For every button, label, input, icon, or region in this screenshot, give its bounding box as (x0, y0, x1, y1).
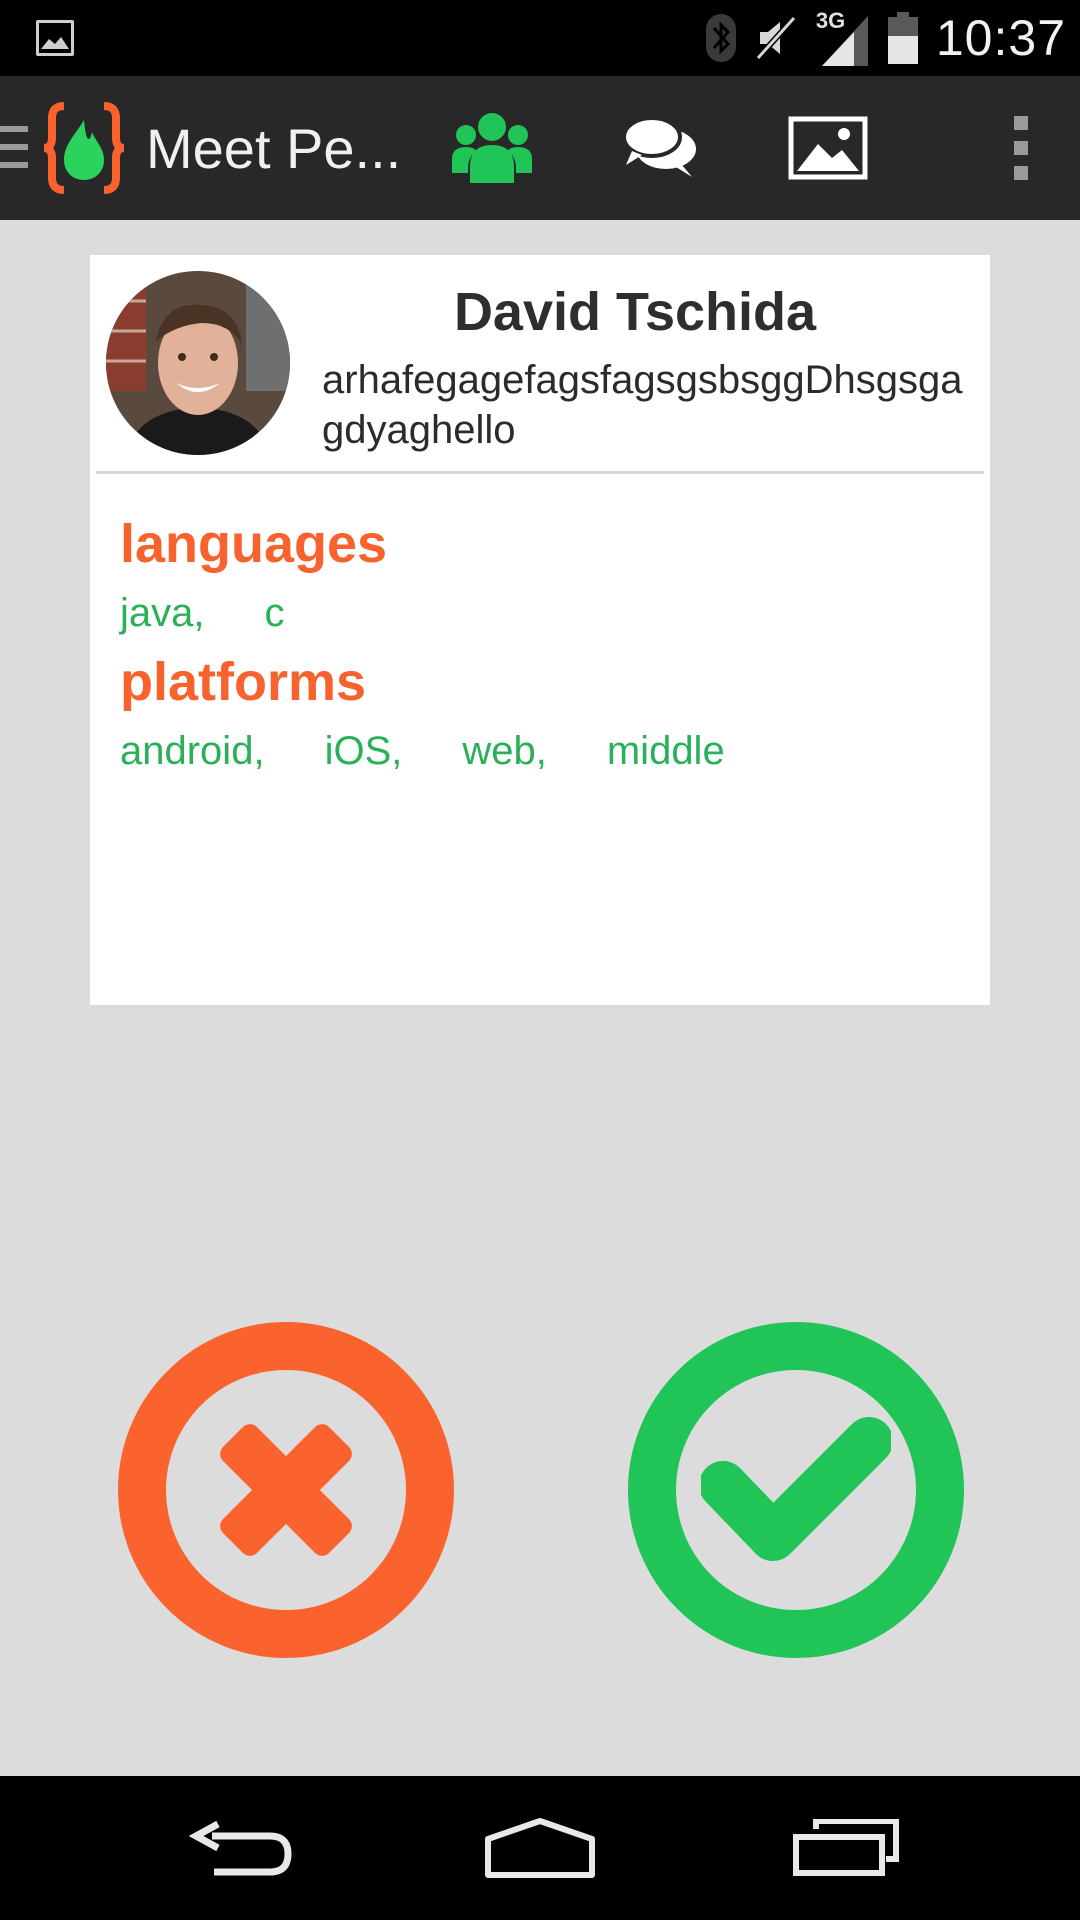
signal-icon: 3G (816, 8, 870, 66)
home-button[interactable] (480, 1810, 600, 1886)
section-title-platforms: platforms (120, 652, 367, 712)
battery-icon (887, 12, 918, 64)
avatar (106, 271, 290, 455)
tag-item: web, (462, 729, 547, 773)
tag-list-languages: java, c (120, 591, 345, 636)
screen: 3G 10:37 Meet Pe... David Tschida arhafe… (0, 0, 1080, 1920)
app-logo-icon[interactable] (42, 102, 126, 194)
reject-button[interactable] (118, 1322, 454, 1658)
divider (96, 471, 984, 474)
recents-icon (793, 1819, 899, 1876)
bluetooth-icon (705, 14, 736, 62)
accept-button[interactable] (628, 1322, 964, 1658)
overflow-menu-icon[interactable] (1014, 116, 1030, 180)
tag-item: c (264, 591, 285, 635)
profile-name: David Tschida (453, 282, 817, 342)
status-time: 10:37 (935, 10, 1066, 66)
tag-item: java, (120, 591, 205, 635)
image-icon (788, 116, 868, 180)
tag-item: iOS, (324, 729, 403, 773)
people-icon (452, 113, 532, 183)
navigation-bar (0, 1776, 1080, 1920)
chat-button[interactable] (616, 104, 704, 192)
close-icon (220, 1424, 352, 1556)
app-title: Meet Pe... (146, 117, 402, 180)
status-bar: 3G 10:37 (0, 0, 1080, 76)
gallery-notification-icon (36, 20, 74, 56)
image-button[interactable] (784, 104, 872, 192)
back-button[interactable] (180, 1810, 300, 1886)
home-icon (485, 1818, 595, 1878)
check-icon (701, 1417, 891, 1561)
mute-icon (755, 15, 797, 61)
drawer-indicator-icon[interactable] (0, 126, 28, 168)
tag-item: android, (120, 729, 265, 773)
section-title-languages: languages (120, 514, 388, 574)
action-bar: Meet Pe... (0, 76, 1080, 220)
recents-button[interactable] (786, 1810, 906, 1886)
people-button[interactable] (448, 104, 536, 192)
profile-card[interactable]: David Tschida arhafegagefagsfagsgsbsggDh… (90, 255, 990, 1005)
profile-bio: arhafegagefagsfagsgsbsggDhsgsgagdyaghell… (322, 358, 963, 452)
tag-item: middle (606, 729, 725, 773)
chat-icon (622, 116, 696, 177)
back-icon (188, 1820, 292, 1876)
tag-list-platforms: android, iOS, web, middle (120, 729, 785, 774)
